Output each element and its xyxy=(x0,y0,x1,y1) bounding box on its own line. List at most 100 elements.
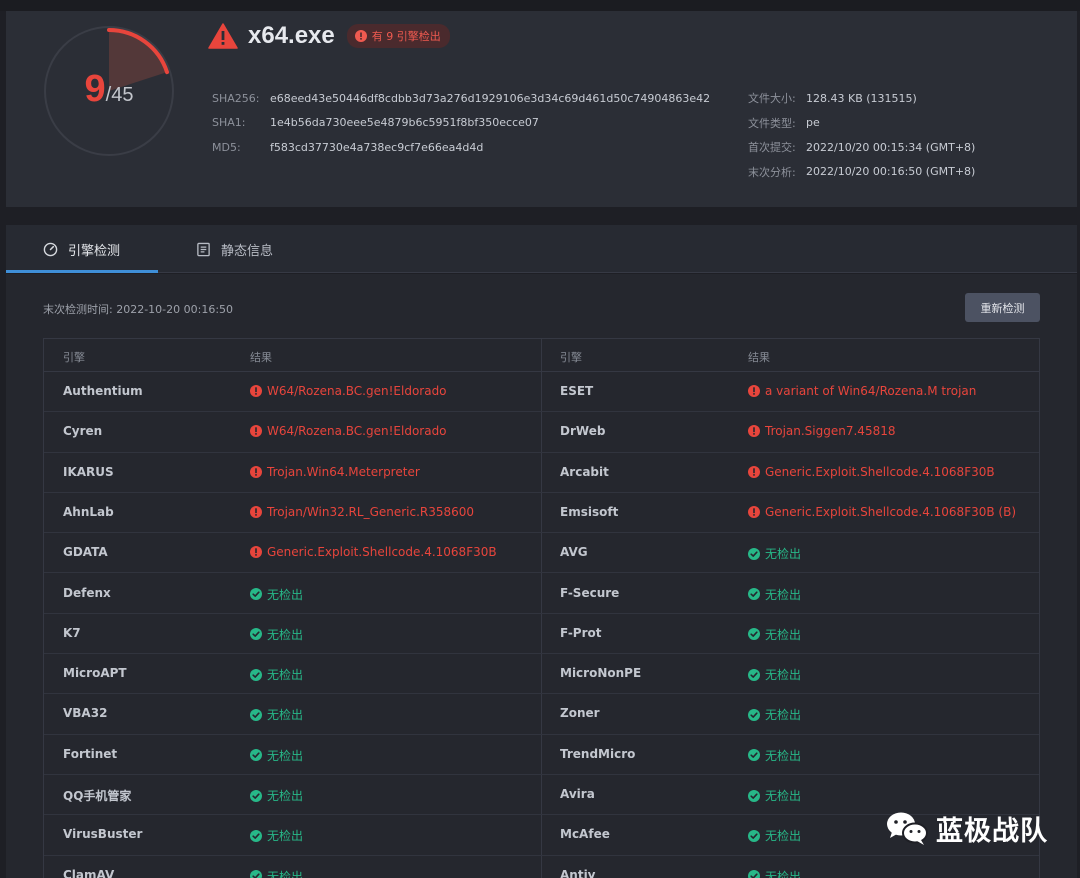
check-circle-icon xyxy=(748,708,760,721)
hash-md5: MD5: f583cd37730e4a738ec9cf7e66ea4d4d xyxy=(212,140,484,154)
engine-name: MicroAPT xyxy=(63,666,127,681)
alert-circle-icon xyxy=(250,546,262,559)
result-text: 无检出 xyxy=(267,668,304,683)
check-circle-icon xyxy=(250,708,262,721)
table-row: Defenx 无检出 F-Secure 无检出 xyxy=(44,574,1039,614)
table-row: MicroAPT 无检出 MicroNonPE 无检出 xyxy=(44,654,1039,695)
rescan-button[interactable]: 重新检测 xyxy=(965,293,1040,322)
clean-result: 无检出 xyxy=(748,545,801,562)
clean-result: 无检出 xyxy=(250,868,303,878)
detection-result: a variant of Win64/Rozena.M trojan xyxy=(748,384,976,398)
table-header: 引擎 结果 引擎 结果 xyxy=(44,339,1039,372)
result-text: 无检出 xyxy=(765,789,802,803)
meta-last-analysis: 末次分析: 2022/10/20 00:16:50 (GMT+8) xyxy=(748,165,976,179)
engine-name: VBA32 xyxy=(63,706,108,721)
clean-result: 无检出 xyxy=(748,787,801,804)
header-engine-left: 引擎 xyxy=(63,351,85,364)
engine-name: Authentium xyxy=(63,384,143,398)
document-icon xyxy=(197,242,210,256)
engine-name: F-Prot xyxy=(560,625,602,640)
result-text: 无检出 xyxy=(765,748,802,763)
clean-result: 无检出 xyxy=(748,827,801,844)
engine-name: ClamAV xyxy=(63,867,115,878)
clean-result: 无检出 xyxy=(250,706,303,723)
result-text: a variant of Win64/Rozena.M trojan xyxy=(765,384,977,398)
tab-engine-detection[interactable]: 引擎检测 xyxy=(43,225,120,273)
engine-name: K7 xyxy=(63,625,81,640)
result-text: 无检出 xyxy=(765,869,802,878)
table-row: VBA32 无检出 Zoner 无检出 xyxy=(44,694,1039,735)
result-text: 无检出 xyxy=(267,748,304,763)
detection-score: 9/45 xyxy=(38,68,180,111)
tab-bar: 引擎检测 静态信息 xyxy=(6,225,1077,273)
table-row: Cyren W64/Rozena.BC.gen!Eldorado DrWeb Troj… xyxy=(44,412,1039,453)
result-text: Trojan.Siggen7.45818 xyxy=(765,424,896,439)
check-circle-icon xyxy=(250,870,262,878)
engine-name: Zoner xyxy=(560,706,600,721)
engine-name: QQ手机管家 xyxy=(63,789,132,803)
engine-name: TrendMicro xyxy=(560,746,636,761)
file-name: x64.exe xyxy=(248,22,335,49)
engine-name: Avira xyxy=(560,787,595,801)
engine-name: Cyren xyxy=(63,424,103,439)
badge-text: 有 9 引擎检出 xyxy=(371,30,441,43)
table-row: Authentium W64/Rozena.BC.gen!Eldorado ESET… xyxy=(44,372,1039,413)
alert-circle-icon xyxy=(748,385,760,397)
engine-name: Arcabit xyxy=(560,464,609,479)
tab-static-info[interactable]: 静态信息 xyxy=(196,225,273,273)
meta-first-submit: 首次提交: 2022/10/20 00:15:34 (GMT+8) xyxy=(748,140,976,155)
result-text: Trojan/Win32.RL_Generic.R358600 xyxy=(267,504,475,519)
file-meta: 文件大小: 128.43 KB (131515) 文件类型: pe 首次提交: 202… xyxy=(748,86,975,184)
check-circle-icon xyxy=(748,749,760,762)
engine-results-table: 引擎 结果 引擎 结果 Authentium W64/Rozena.BC.gen!… xyxy=(43,338,1040,878)
result-text: 无检出 xyxy=(765,587,802,602)
header-engine-right: 引擎 xyxy=(560,351,582,364)
wechat-icon xyxy=(887,812,928,845)
result-text: W64/Rozena.BC.gen!Eldorado xyxy=(267,384,447,398)
file-title: x64.exe 有 9 引擎检出 xyxy=(208,21,450,51)
detection-result: Generic.Exploit.Shellcode.4.1068F30B (B) xyxy=(748,505,1016,519)
engine-name: GDATA xyxy=(63,545,108,560)
hash-sha256: SHA256: e68eed43e50446df8cdbb3d73a276d192… xyxy=(212,91,711,105)
result-text: 无检出 xyxy=(267,627,304,642)
meta-file-size: 文件大小: 128.43 KB (131515) xyxy=(748,91,917,106)
clean-result: 无检出 xyxy=(748,868,801,878)
result-text: Generic.Exploit.Shellcode.4.1068F30B (B) xyxy=(765,504,1017,519)
detection-result: W64/Rozena.BC.gen!Eldorado xyxy=(250,424,447,438)
result-text: Trojan.Win64.Meterpreter xyxy=(267,464,420,479)
check-circle-icon xyxy=(748,789,760,802)
alert-circle-icon xyxy=(748,425,760,438)
clean-result: 无检出 xyxy=(250,787,303,804)
result-text: 无检出 xyxy=(267,587,304,602)
clean-result: 无检出 xyxy=(250,747,303,764)
engine-name: MicroNonPE xyxy=(560,666,642,681)
alert-circle-icon xyxy=(250,465,262,478)
check-circle-icon xyxy=(748,588,760,600)
hash-list: SHA256: e68eed43e50446df8cdbb3d73a276d192… xyxy=(212,86,710,160)
detected-count: 9 xyxy=(84,68,106,110)
warning-triangle-icon xyxy=(208,23,238,49)
check-circle-icon xyxy=(748,870,760,878)
result-text: 无检出 xyxy=(765,547,802,562)
table-row: AhnLab Trojan/Win32.RL_Generic.R358600 Ems… xyxy=(44,493,1039,534)
alert-circle-icon xyxy=(748,505,760,518)
engine-name: IKARUS xyxy=(63,464,114,479)
check-circle-icon xyxy=(250,829,262,842)
clean-result: 无检出 xyxy=(250,586,303,603)
engine-name: DrWeb xyxy=(560,424,606,439)
engine-name: ESET xyxy=(560,384,594,398)
detection-badge: 有 9 引擎检出 xyxy=(346,24,450,48)
active-tab-indicator xyxy=(6,270,158,273)
total-count: /45 xyxy=(105,84,134,106)
last-scan-time: 末次检测时间: 2022-10-20 00:16:50 xyxy=(43,303,234,316)
engine-name: VirusBuster xyxy=(63,827,143,842)
clean-result: 无检出 xyxy=(250,666,303,683)
alert-circle-icon xyxy=(748,465,760,478)
detection-result: Trojan.Win64.Meterpreter xyxy=(250,465,420,479)
watermark-text: 蓝极战队 xyxy=(936,815,1048,847)
clean-result: 无检出 xyxy=(250,827,303,844)
table-row: ClamAV 无检出 Antiy 无检出 xyxy=(44,856,1039,878)
engine-name: Antiy xyxy=(560,867,596,878)
check-circle-icon xyxy=(250,668,262,681)
result-text: 无检出 xyxy=(765,668,802,683)
